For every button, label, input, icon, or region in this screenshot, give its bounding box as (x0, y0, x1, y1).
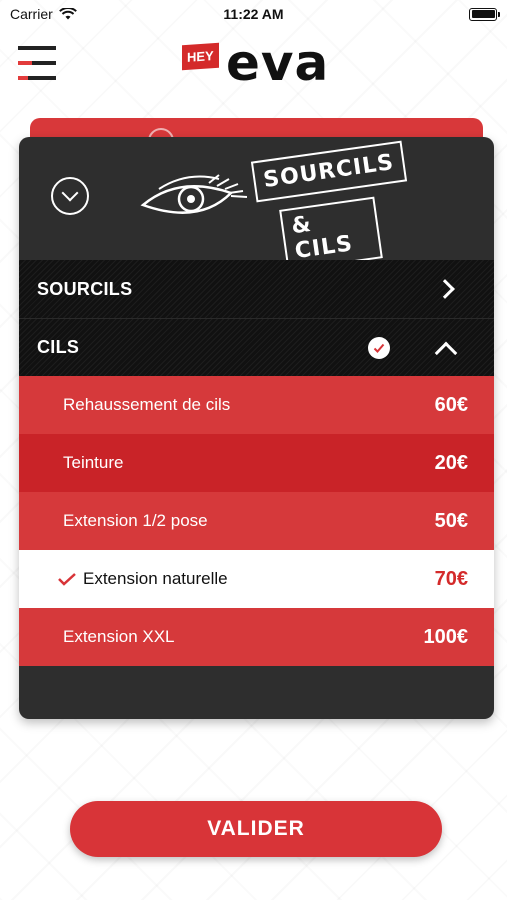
option-label: Rehaussement de cils (63, 395, 231, 414)
option-price: 20€ (434, 451, 468, 474)
validate-button[interactable]: VALIDER (70, 801, 442, 857)
chevron-right-icon (435, 279, 455, 299)
battery-icon (469, 7, 500, 21)
option-price: 50€ (434, 509, 468, 532)
menu-button[interactable] (18, 46, 56, 80)
wifi-icon (58, 8, 77, 20)
option-price: 100€ (423, 625, 469, 648)
status-left: Carrier (10, 6, 77, 22)
menu-line (18, 46, 56, 50)
app-header: HEY eva (0, 28, 507, 100)
section-label: CILS (37, 337, 80, 357)
check-icon (58, 573, 76, 586)
hey-eva-logo: HEY eva (182, 34, 330, 92)
option-teinture[interactable]: Teinture 20€ (19, 434, 494, 492)
section-cils[interactable]: CILS (19, 318, 494, 376)
card-header: SOURCILS & CILS (19, 137, 494, 272)
menu-line (18, 61, 56, 65)
carrier-label: Carrier (10, 6, 53, 22)
option-price: 60€ (434, 393, 468, 416)
chevron-up-icon (434, 341, 458, 364)
eye-icon (140, 174, 248, 214)
section-sourcils[interactable]: SOURCILS (19, 260, 494, 318)
menu-line (18, 76, 56, 80)
option-extension-naturelle[interactable]: Extension naturelle 70€ (19, 550, 494, 608)
selected-check-icon (368, 336, 390, 359)
option-rehaussement[interactable]: Rehaussement de cils 60€ (19, 376, 494, 434)
option-label: Extension 1/2 pose (63, 511, 208, 530)
option-extension-xxl[interactable]: Extension XXL 100€ (19, 608, 494, 666)
logo-hey-tag: HEY (182, 42, 219, 71)
logo-wordmark: eva (226, 34, 330, 92)
section-label: SOURCILS (37, 278, 133, 299)
badge-title-1: SOURCILS (250, 140, 407, 203)
service-card: SOURCILS & CILS SOURCILS CILS Rehausseme… (19, 137, 494, 719)
option-label: Extension naturelle (83, 569, 228, 588)
options-list: Rehaussement de cils 60€ Teinture 20€ Ex… (19, 376, 494, 666)
option-extension-demi-pose[interactable]: Extension 1/2 pose 50€ (19, 492, 494, 550)
option-label: Teinture (63, 453, 124, 472)
option-price: 70€ (434, 567, 468, 590)
collapse-card-button[interactable] (51, 177, 89, 215)
category-badge: SOURCILS & CILS (249, 140, 407, 272)
option-label: Extension XXL (63, 627, 175, 646)
status-bar: Carrier 11:22 AM (0, 0, 507, 28)
